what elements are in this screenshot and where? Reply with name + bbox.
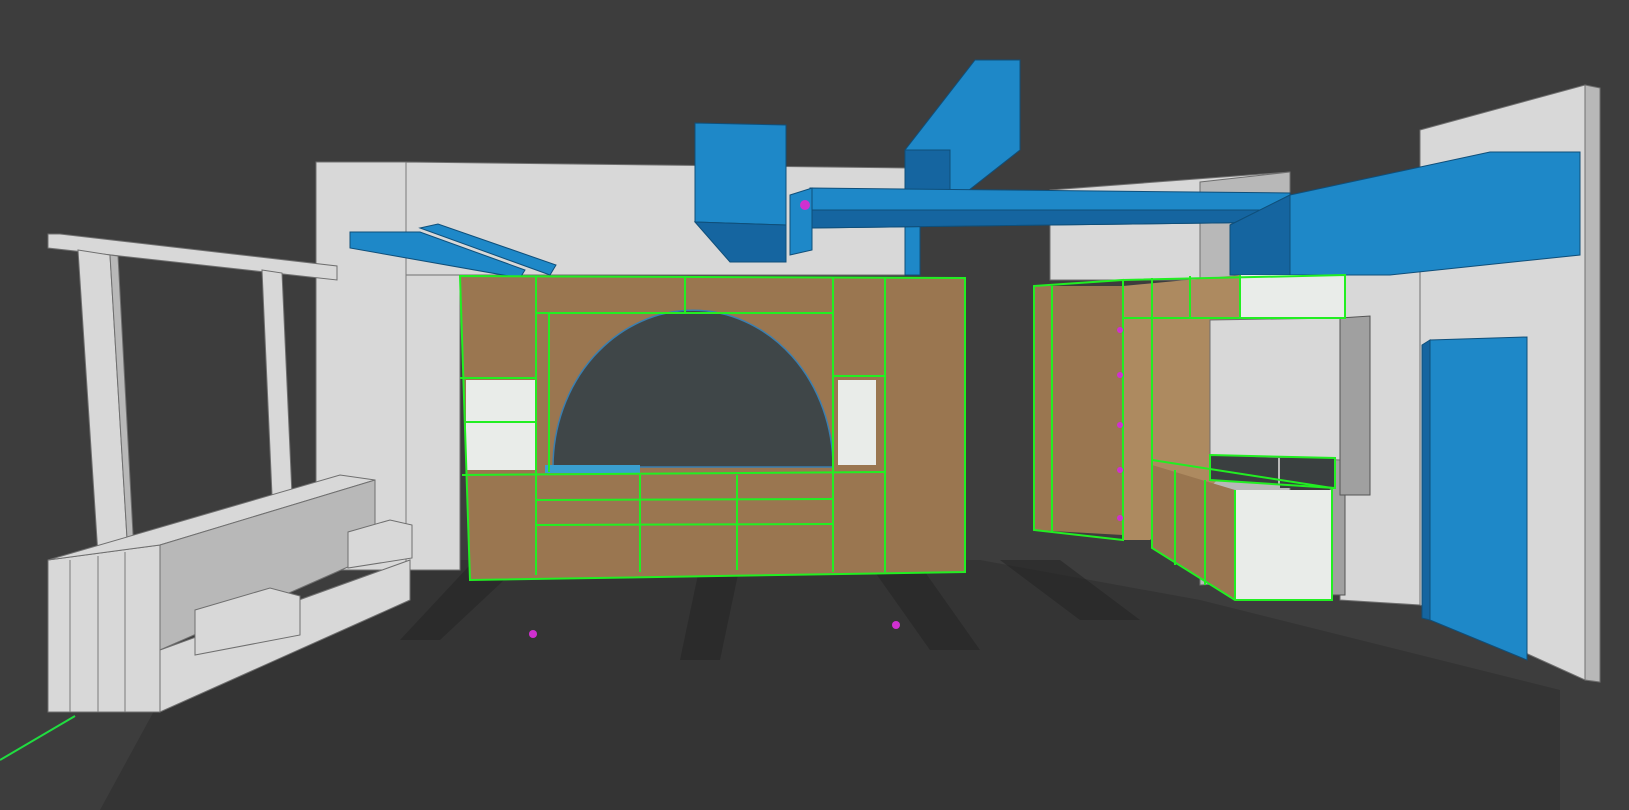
appliance-panel <box>1339 315 1371 496</box>
door-frame-edge <box>1421 339 1431 621</box>
open-shelf-right <box>838 380 876 465</box>
model-viewport[interactable] <box>0 0 1629 810</box>
blue-door[interactable] <box>1421 336 1528 661</box>
green-axis-line <box>0 715 76 761</box>
bench-front <box>47 544 161 713</box>
component-marker <box>800 200 810 210</box>
component-marker <box>1117 515 1123 521</box>
pergola-post-right <box>261 269 293 496</box>
scene-canvas[interactable] <box>0 0 1629 810</box>
component-marker <box>892 621 900 629</box>
component-marker <box>1117 372 1123 378</box>
tall-cabinet-left <box>1034 286 1123 535</box>
open-shelf-left <box>466 380 536 470</box>
door-panel <box>1429 336 1528 661</box>
corner-cabinet-group[interactable] <box>1033 273 1371 601</box>
base-cabinet-white <box>1235 490 1332 600</box>
duct-elbow <box>789 187 813 256</box>
white-uppers <box>1209 317 1341 461</box>
right-wall-edge <box>1584 84 1601 683</box>
sink <box>545 465 640 473</box>
component-marker <box>1117 422 1123 428</box>
component-marker <box>1117 467 1123 473</box>
upper-white-panel <box>1240 275 1345 318</box>
component-marker <box>529 630 537 638</box>
component-marker <box>1117 327 1123 333</box>
duct-plenum-top <box>694 122 787 226</box>
back-wall-left-strip <box>405 274 461 571</box>
